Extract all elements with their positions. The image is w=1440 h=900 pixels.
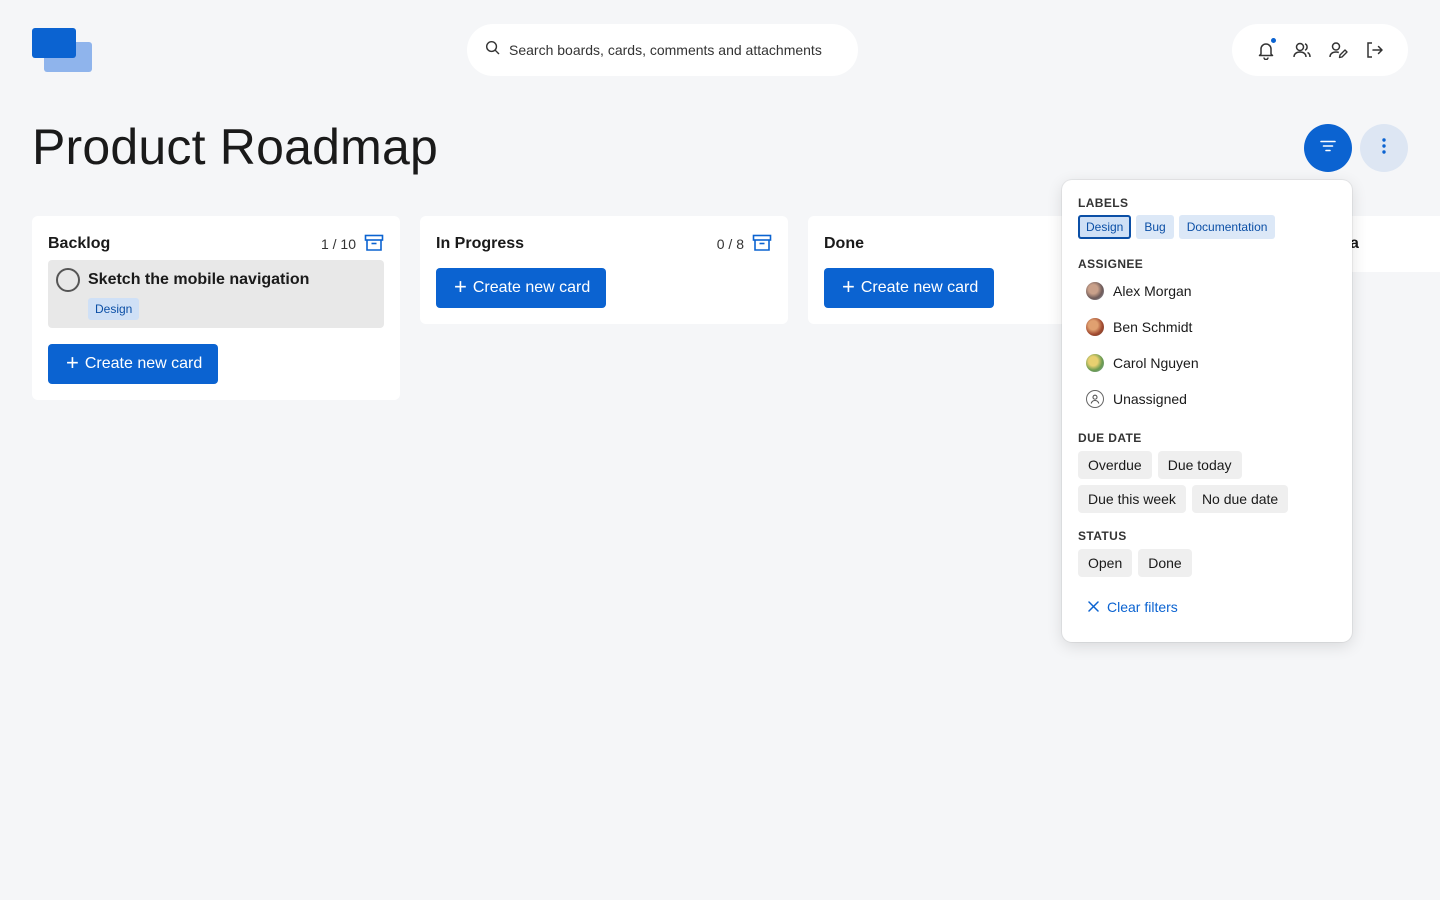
user-edit-icon[interactable]	[1328, 40, 1348, 60]
assignee-option[interactable]: Ben Schmidt	[1078, 309, 1336, 345]
labels-list: Design Bug Documentation	[1078, 215, 1336, 239]
assignee-name: Unassigned	[1113, 391, 1187, 407]
archive-icon[interactable]	[752, 234, 772, 255]
assignee-name: Alex Morgan	[1113, 283, 1192, 299]
label-filter-design[interactable]: Design	[1078, 215, 1132, 239]
due-filter-today[interactable]: Due today	[1157, 451, 1242, 479]
filter-icon	[1318, 136, 1338, 161]
label-filter-bug[interactable]: Bug	[1136, 215, 1174, 239]
card-title: Sketch the mobile navigation	[88, 271, 310, 288]
card-label-design: Design	[88, 298, 140, 320]
assignee-name: Ben Schmidt	[1113, 319, 1193, 335]
plus-icon: +	[454, 274, 467, 299]
app-logo[interactable]	[32, 28, 92, 72]
due-date-section-title: DUE DATE	[1078, 431, 1142, 445]
card-count: 1 / 10	[320, 236, 356, 252]
avatar	[1086, 282, 1104, 300]
column-title: Done	[824, 235, 864, 252]
assignee-name: Carol Nguyen	[1113, 355, 1199, 371]
bell-icon[interactable]	[1256, 37, 1277, 60]
top-actions	[1232, 24, 1408, 76]
due-date-options: Overdue Due today Due this week No due d…	[1078, 451, 1318, 513]
create-card-label: Create new card	[84, 355, 203, 372]
search-icon	[485, 40, 500, 60]
column-backlog: Backlog 1 / 10 Sketch the mobile navigat…	[32, 216, 400, 400]
card[interactable]: Sketch the mobile navigation Design	[48, 260, 384, 328]
column-title: Backlog	[48, 235, 111, 252]
due-filter-none[interactable]: No due date	[1191, 485, 1289, 513]
status-filter-open[interactable]: Open	[1078, 549, 1133, 577]
column-count: 0 / 8	[717, 234, 772, 255]
create-card-button[interactable]: + Create new card	[824, 268, 995, 308]
more-vertical-icon	[1381, 137, 1387, 160]
notification-dot	[1270, 37, 1277, 44]
logout-icon[interactable]	[1364, 40, 1384, 60]
more-options-button[interactable]	[1360, 124, 1408, 172]
create-card-button[interactable]: + Create new card	[48, 344, 219, 384]
status-filter-done[interactable]: Done	[1138, 549, 1192, 577]
column-count: 1 / 10	[321, 234, 384, 255]
clear-filters-button[interactable]: Clear filters	[1078, 599, 1336, 615]
logo-front-shape	[32, 28, 76, 58]
users-icon[interactable]	[1292, 40, 1312, 60]
column-title: In Progress	[436, 235, 525, 252]
card-count: 0 / 8	[716, 236, 744, 252]
filter-panel: LABELS Design Bug Documentation ASSIGNEE…	[1062, 180, 1352, 642]
assignee-option[interactable]: Alex Morgan	[1078, 273, 1336, 309]
status-section-title: STATUS	[1078, 529, 1127, 543]
clear-filters-label: Clear filters	[1107, 599, 1178, 615]
unassigned-user-icon	[1086, 390, 1104, 408]
page-title: Product Roadmap	[32, 119, 439, 175]
assignee-option[interactable]: Carol Nguyen	[1078, 345, 1336, 381]
due-filter-overdue[interactable]: Overdue	[1078, 451, 1152, 479]
avatar	[1086, 354, 1104, 372]
archive-icon[interactable]	[364, 234, 384, 255]
create-card-button[interactable]: + Create new card	[436, 268, 607, 308]
column-header: Done	[824, 232, 1052, 256]
search-bar[interactable]	[467, 24, 858, 76]
plus-icon: +	[842, 274, 855, 299]
plus-icon: +	[66, 350, 79, 375]
avatar	[1086, 318, 1104, 336]
assignee-section-title: ASSIGNEE	[1078, 257, 1144, 271]
filter-button[interactable]	[1304, 124, 1352, 172]
due-filter-week[interactable]: Due this week	[1078, 485, 1186, 513]
status-options: Open Done	[1078, 549, 1318, 577]
search-input[interactable]	[509, 42, 849, 58]
create-card-label: Create new card	[860, 279, 979, 296]
labels-section-title: LABELS	[1078, 196, 1129, 210]
column-header: Backlog 1 / 10	[48, 232, 384, 256]
card-complete-checkbox[interactable]	[56, 268, 80, 292]
column-header: In Progress 0 / 8	[436, 232, 772, 256]
assignee-list: Alex Morgan Ben Schmidt Carol Nguyen Una…	[1078, 273, 1336, 417]
assignee-option[interactable]: Unassigned	[1078, 381, 1336, 417]
label-filter-documentation[interactable]: Documentation	[1178, 215, 1276, 239]
close-icon	[1088, 599, 1099, 615]
column-partial: a	[1350, 216, 1440, 272]
column-done: Done + Create new card	[808, 216, 1068, 324]
column-in-progress: In Progress 0 / 8 + Create new card	[420, 216, 788, 324]
create-card-label: Create new card	[472, 279, 591, 296]
